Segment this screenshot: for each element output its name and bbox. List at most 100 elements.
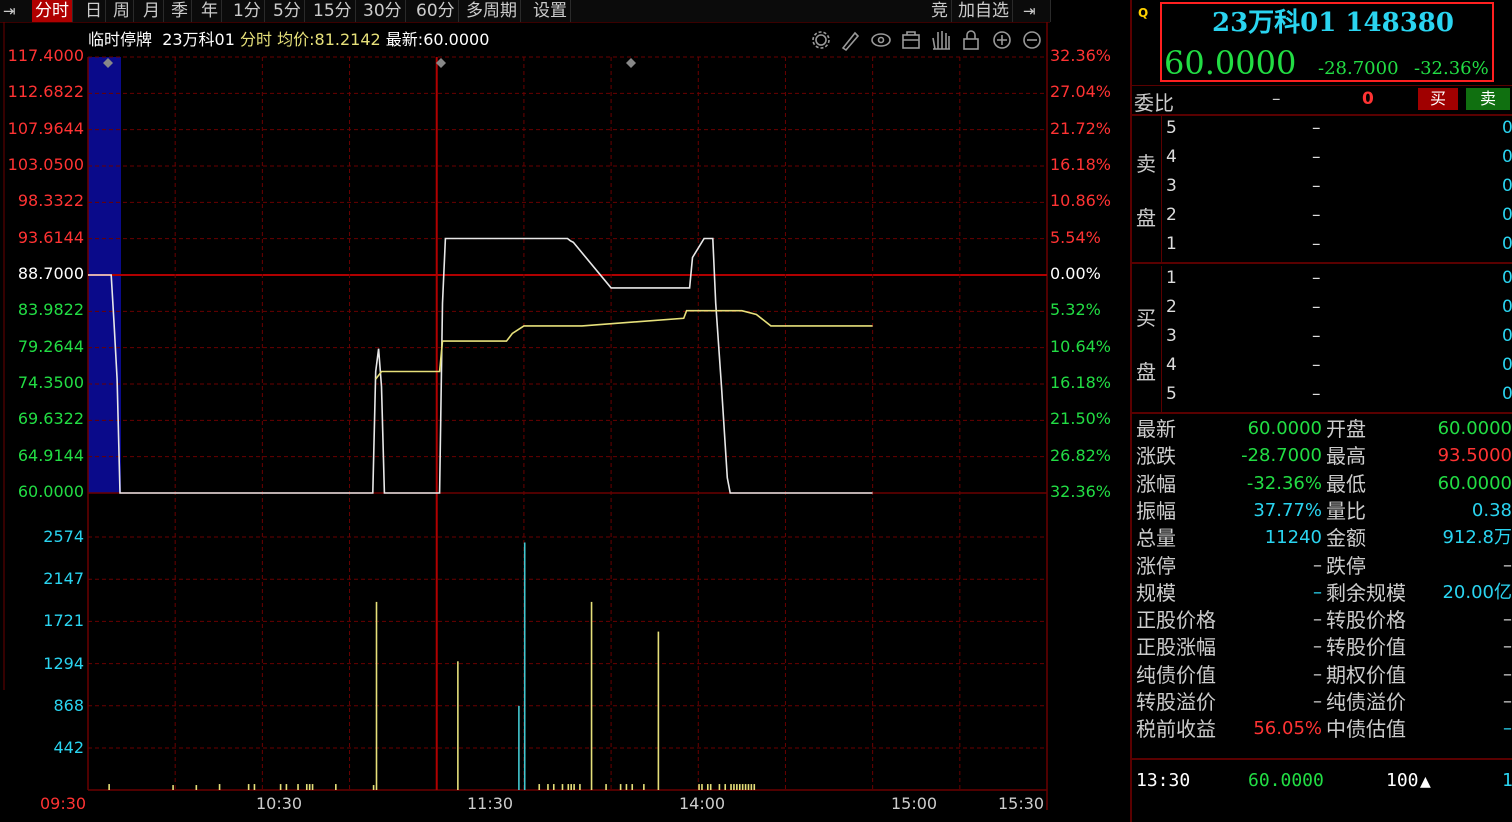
stat-label: 涨跌	[1136, 444, 1176, 469]
volume-bar	[335, 784, 337, 790]
price-tick: 74.3500	[17, 373, 84, 392]
volume-bar	[247, 784, 250, 790]
volume-bar	[195, 785, 198, 790]
volume-bar	[579, 784, 581, 790]
book-vol: 0	[1502, 147, 1512, 167]
book-vol: 0	[1502, 355, 1512, 375]
volume-tick: 2574	[43, 527, 84, 546]
volume-bar	[750, 784, 753, 790]
stat-label: 期权价值	[1326, 662, 1406, 687]
event-diamond-icon[interactable]	[626, 58, 636, 68]
stat-label: 涨幅	[1136, 471, 1176, 496]
quote-title: 23万科01 148380	[1212, 8, 1454, 38]
intraday-chart[interactable]	[0, 0, 1130, 822]
book-vol: 0	[1502, 326, 1512, 346]
stat-label: 开盘	[1326, 417, 1366, 441]
price-tick: 69.6322	[17, 409, 84, 429]
book-vol: 0	[1502, 297, 1512, 317]
price-tick: 64.9144	[17, 445, 84, 465]
time-tick: 15:00	[891, 794, 938, 813]
volume-bar	[738, 784, 741, 790]
buy-button[interactable]: 买	[1418, 88, 1458, 110]
sell-book: 卖 盘 5 – 0 4 – 0 3 – 0 2 – 0 1 – 0	[1132, 116, 1512, 264]
stat-value: 60.0000	[1437, 472, 1512, 494]
book-price: –	[1312, 118, 1321, 138]
pct-tick: 21.50%	[1050, 409, 1112, 429]
volume-bar	[308, 784, 311, 790]
time-tick: 15:30	[998, 794, 1045, 813]
book-price: –	[1312, 268, 1321, 288]
book-vol: 0	[1502, 384, 1512, 404]
stat-label: 转股溢价	[1136, 690, 1216, 714]
stat-value: 20.00亿	[1442, 581, 1512, 603]
book-price: –	[1312, 297, 1321, 317]
stat-value: –	[1503, 718, 1512, 740]
stat-value: –	[1313, 609, 1322, 631]
stat-label: 规模	[1136, 580, 1176, 605]
stat-value: –	[1313, 663, 1322, 685]
volume-bar	[631, 784, 634, 790]
volume-bar	[375, 601, 378, 790]
book-price: –	[1312, 176, 1321, 196]
book-vol: 0	[1502, 176, 1512, 196]
stat-value: –	[1313, 581, 1322, 603]
stats-table: 最新 60.0000 开盘 60.0000 涨跌 -28.7000 最高 93.5000 涨幅 -…	[1132, 418, 1512, 748]
volume-bar	[279, 784, 282, 790]
trade-volume: 100	[1386, 770, 1419, 791]
buy-book-label-top: 买	[1136, 306, 1156, 330]
order-ratio-row: 委比 – 0 买 卖	[1132, 85, 1512, 116]
book-lvl: 1	[1166, 268, 1177, 288]
quote-change-pct: -32.36%	[1414, 58, 1489, 79]
buy-book-label-bottom: 盘	[1136, 360, 1156, 384]
volume-bar	[718, 784, 721, 790]
volume-bar	[625, 784, 628, 790]
book-vol: 0	[1502, 118, 1512, 138]
volume-bar	[741, 784, 744, 790]
book-vol: 0	[1502, 268, 1512, 288]
pct-tick: 32.36%	[1050, 46, 1112, 65]
price-tick: 112.6822	[7, 82, 84, 102]
trade-extra: 1	[1502, 770, 1512, 791]
book-vol: 0	[1502, 205, 1512, 225]
sell-button[interactable]: 卖	[1466, 88, 1510, 110]
volume-bar	[570, 784, 573, 790]
volume-bar	[619, 784, 622, 790]
stat-label: 跌停	[1326, 553, 1366, 578]
stat-value: 912.8万	[1442, 527, 1512, 549]
volume-bar	[733, 784, 735, 790]
book-lvl: 3	[1166, 176, 1177, 196]
up-arrow-icon: ▲	[1420, 771, 1431, 792]
quote-badge: Q	[1138, 6, 1149, 20]
order-diff-value: 0	[1362, 89, 1374, 109]
stat-label: 涨停	[1136, 553, 1176, 578]
time-tick: 09:30	[40, 794, 87, 813]
time-tick: 11:30	[467, 794, 514, 813]
price-tick: 107.9644	[7, 118, 84, 138]
volume-bar	[285, 784, 288, 790]
quote-change: -28.7000	[1318, 58, 1399, 79]
volume-bar	[736, 784, 738, 790]
price-tick: 88.7000	[17, 264, 84, 283]
volume-bar	[538, 784, 541, 790]
stat-label: 转股价值	[1326, 635, 1406, 660]
volume-bar	[706, 784, 709, 790]
volume-bar	[698, 784, 700, 790]
stat-label: 剩余规模	[1326, 580, 1406, 605]
stat-value: 37.77%	[1253, 499, 1322, 521]
volume-bar	[724, 784, 727, 790]
stat-value: 56.05%	[1253, 718, 1322, 740]
stat-label: 最新	[1136, 417, 1176, 441]
price-tick: 83.9822	[17, 300, 84, 320]
stat-label: 正股涨幅	[1136, 635, 1216, 660]
book-lvl: 5	[1166, 384, 1177, 404]
book-lvl: 5	[1166, 118, 1177, 138]
pct-tick: 10.64%	[1050, 336, 1112, 356]
pct-tick: 21.72%	[1050, 118, 1112, 138]
quote-panel: Q 23万科01 148380 60.0000 -28.7000 -32.36%…	[1130, 0, 1512, 822]
stat-value: –	[1503, 609, 1512, 631]
pct-tick: 27.04%	[1050, 82, 1112, 102]
volume-bar	[552, 784, 555, 790]
volume-bar	[457, 661, 459, 790]
stat-value: 60.0000	[1247, 418, 1322, 439]
volume-bar	[730, 784, 732, 790]
